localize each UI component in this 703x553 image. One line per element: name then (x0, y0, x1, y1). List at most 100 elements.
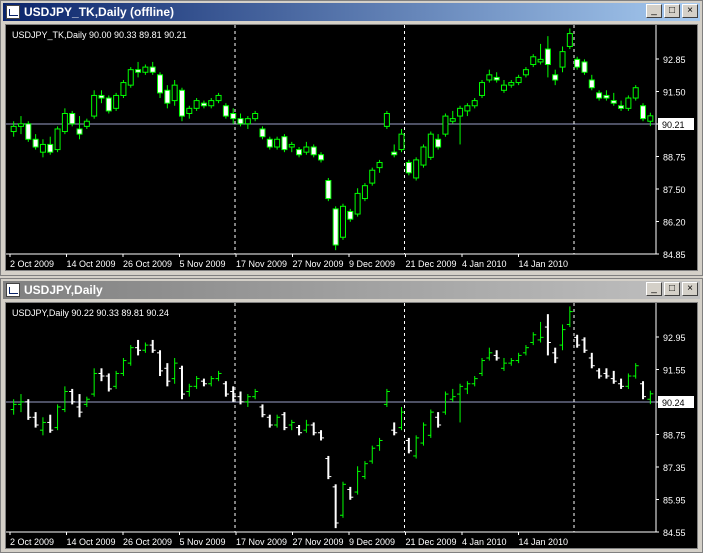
candle-bear (544, 48, 551, 66)
candle-bull (471, 100, 478, 107)
maximize-button[interactable]: □ (664, 282, 680, 296)
ohlc-bar-up (515, 352, 522, 364)
candle-bear (596, 92, 603, 99)
chart-info-line: USDJPY,Daily 90.22 90.33 89.81 90.24 (12, 308, 169, 318)
candle-bear (105, 97, 112, 112)
candle-bear (640, 105, 647, 120)
ohlc-bar-up (17, 394, 24, 413)
window-title: USDJPY,Daily (24, 283, 103, 297)
candle-bear (618, 105, 625, 109)
time-tick-label: 27 Nov 2009 (293, 537, 344, 547)
candle-bear (135, 69, 142, 73)
ohlc-bar-up (354, 466, 361, 495)
price-tick-label: 88.75 (663, 431, 686, 441)
candle-bull (530, 56, 537, 66)
candle-bear (259, 128, 266, 138)
ohlc-bar-up (142, 342, 149, 353)
chart-area[interactable]: 92.95 91.55 88.75 87.35 85.95 84.55 90.24 2 Oct… (5, 302, 698, 549)
candle-bull (398, 133, 405, 151)
ohlc-bar-down (544, 314, 551, 356)
ohlc-bar-up (215, 370, 222, 382)
ohlc-bar-down (310, 422, 317, 436)
current-price-label: 90.24 (662, 398, 685, 408)
ohlc-bar-down (47, 414, 54, 433)
candle-bear (69, 112, 76, 125)
ohlc-bar-up (120, 357, 127, 377)
ohlc-bar-up (113, 370, 120, 389)
ohlc-bar-down (347, 486, 354, 500)
ohlc-bar-up (361, 461, 368, 480)
close-button[interactable]: × (682, 282, 698, 296)
ohlc-bar-down (32, 412, 39, 428)
ohlc-bar-down (603, 368, 610, 379)
ohlc-bar-up (39, 417, 46, 436)
price-tick-label: 87.35 (663, 463, 686, 473)
candle-bear (200, 102, 207, 107)
candle-bull (566, 33, 573, 47)
ohlc-bar-up (398, 406, 405, 431)
candle-bull (171, 84, 178, 102)
ohlc-bar-down (640, 381, 647, 400)
minimize-button[interactable]: _ (646, 282, 662, 296)
current-price-label: 90.21 (662, 120, 685, 130)
chart-area[interactable]: 92.85 91.50 88.75 87.50 86.20 84.85 90.21 2 Oct… (5, 24, 698, 271)
ohlc-bar-up (420, 422, 427, 446)
candle-bull (479, 82, 486, 96)
candle-bull (427, 133, 434, 158)
chart-window-usdjpy[interactable]: USDJPY,Daily _ □ × 92.95 91.55 88.75 87.35 8… (0, 278, 703, 553)
candle-bull (208, 100, 215, 107)
candle-bull (54, 128, 61, 151)
bar-chart[interactable]: 92.95 91.55 88.75 87.35 85.95 84.55 90.24 2 Oct… (6, 303, 697, 548)
ohlc-bar-up (522, 345, 529, 356)
candle-bull (647, 115, 654, 122)
ohlc-bar-down (259, 404, 266, 418)
candle-bull (83, 120, 90, 127)
ohlc-bar-up (369, 445, 376, 464)
candle-bull (457, 107, 464, 117)
time-tick-label: 21 Dec 2009 (406, 537, 457, 547)
candle-bear (149, 66, 156, 73)
ohlc-bar-down (325, 455, 332, 480)
candle-bull (113, 94, 120, 109)
ohlc-bar-down (135, 339, 142, 356)
candle-bull (186, 107, 193, 114)
price-tick-label: 84.85 (663, 250, 686, 260)
time-tick-label: 9 Dec 2009 (349, 537, 395, 547)
ohlc-bar-down (610, 370, 617, 384)
ohlc-bar-up (91, 368, 98, 397)
time-tick-label: 14 Oct 2009 (67, 537, 116, 547)
chart-window-icon (6, 5, 20, 19)
candle-bear (230, 112, 237, 120)
candlestick-chart[interactable]: 92.85 91.50 88.75 87.50 86.20 84.85 90.21 2 Oct… (6, 25, 697, 270)
ohlc-bar-up (449, 388, 456, 402)
candle-bear (332, 208, 339, 246)
price-tick-label: 92.85 (663, 55, 686, 65)
ohlc-bar-down (618, 378, 625, 389)
minimize-button[interactable]: _ (646, 4, 662, 18)
candle-bull (274, 138, 281, 148)
window-title: USDJPY_TK,Daily (offline) (24, 5, 175, 19)
time-tick-label: 4 Jan 2010 (462, 537, 507, 547)
time-tick-label: 14 Jan 2010 (519, 259, 569, 269)
chart-window-icon (6, 283, 20, 297)
title-bar[interactable]: USDJPY,Daily _ □ × (3, 281, 700, 299)
candle-bear (574, 58, 581, 68)
candle-bear (266, 138, 273, 148)
ohlc-bar-down (164, 363, 171, 387)
time-tick-label: 17 Nov 2009 (236, 537, 287, 547)
title-bar[interactable]: USDJPY_TK,Daily (offline) _ □ × (3, 3, 700, 21)
ohlc-bar-up (486, 347, 493, 361)
chart-window-usdjpy-tk[interactable]: USDJPY_TK,Daily (offline) _ □ × 92.85 91.… (0, 0, 703, 276)
ohlc-bar-up (413, 435, 420, 459)
ohlc-bar-down (105, 373, 112, 392)
ohlc-bar-down (149, 339, 156, 353)
ohlc-bar-up (508, 357, 515, 366)
ohlc-bar-up (274, 414, 281, 428)
maximize-button[interactable]: □ (664, 4, 680, 18)
ohlc-bar-down (405, 437, 412, 454)
candle-bull (464, 105, 471, 112)
close-button[interactable]: × (682, 4, 698, 18)
candle-bull (632, 87, 639, 99)
ohlc-bar-up (383, 388, 390, 407)
ohlc-bar-up (208, 376, 215, 387)
